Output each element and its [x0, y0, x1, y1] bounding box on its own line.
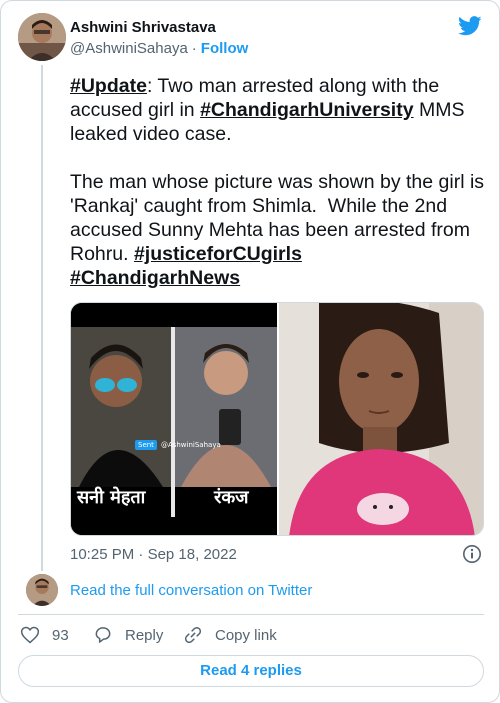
reply-button[interactable]: Reply: [93, 625, 163, 645]
read-conversation-link[interactable]: Read the full conversation on Twitter: [70, 582, 312, 599]
timestamp-separator: ·: [138, 546, 144, 563]
watermark-badge: Sent: [135, 440, 157, 450]
media-caption-right: रंकज: [214, 487, 249, 508]
handle-separator: ·: [191, 40, 197, 57]
info-icon[interactable]: [462, 544, 482, 564]
hashtag-chandigarh-university[interactable]: #ChandigarhUniversity: [200, 99, 413, 121]
author-name[interactable]: Ashwini Shrivastava: [70, 19, 216, 36]
media-watermark: Sent @AshwiniSahaya: [135, 440, 221, 450]
copy-link-label: Copy link: [215, 626, 277, 644]
follow-button[interactable]: Follow: [201, 40, 249, 57]
speech-bubble-icon: [95, 627, 111, 643]
like-button[interactable]: 93: [20, 625, 69, 645]
media-photo-left[interactable]: Sent @AshwiniSahaya सनी मेहता रंकज: [71, 303, 277, 535]
like-count: 93: [52, 626, 69, 644]
timestamp-date: Sep 18, 2022: [147, 546, 237, 563]
media-caption-left: सनी मेहता: [77, 487, 146, 508]
hashtag-update[interactable]: #Update: [70, 75, 147, 97]
tweet-text-part-2: MMS leaked video case. The man whose pic…: [70, 99, 485, 265]
author-handle[interactable]: @AshwiniSahaya: [70, 40, 188, 57]
actions-divider: [18, 614, 484, 615]
hashtag-justice-for-cu-girls[interactable]: #justiceforCUgirls: [134, 243, 302, 265]
tweet-timestamp[interactable]: 10:25 PM · Sep 18, 2022: [70, 546, 237, 563]
thread-line: [41, 65, 43, 571]
copy-link-button[interactable]: Copy link: [183, 625, 277, 645]
tweet-media[interactable]: Sent @AshwiniSahaya सनी मेहता रंकज: [70, 302, 484, 536]
read-replies-button[interactable]: Read 4 replies: [18, 655, 484, 687]
watermark-text: @AshwiniSahaya: [160, 441, 221, 449]
author-avatar[interactable]: [18, 13, 66, 61]
twitter-bird-icon[interactable]: [458, 16, 482, 36]
timestamp-time: 10:25 PM: [70, 546, 135, 563]
hashtag-chandigarh-news[interactable]: #ChandigarhNews: [70, 267, 240, 289]
author-handle-line: @AshwiniSahaya · Follow: [70, 40, 248, 57]
link-icon: [184, 626, 202, 644]
tweet-text: #Update: Two man arrested along with the…: [70, 74, 485, 290]
tweet-card: Ashwini Shrivastava @AshwiniSahaya · Follo…: [0, 0, 500, 703]
conversation-avatar[interactable]: [26, 574, 58, 606]
heart-icon: [20, 626, 40, 644]
media-photo-right[interactable]: [279, 303, 483, 535]
reply-label: Reply: [125, 626, 164, 644]
